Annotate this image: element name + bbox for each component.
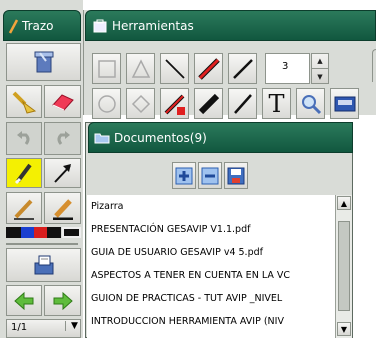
pencil-line-tool[interactable] [228,88,257,119]
previous-page-icon [14,291,34,310]
scroll-down-icon[interactable]: ▼ [337,322,351,336]
undo-icon [17,130,30,145]
list-item[interactable]: GUION DE PRACTICAS - TUT AVIP _NIVEL [87,287,335,310]
delete-line-icon [164,94,185,115]
pencil-icon [8,18,19,34]
pen-icon [14,199,34,220]
projector-tool[interactable] [330,88,359,119]
color-picker[interactable] [62,227,81,238]
color-black[interactable] [6,227,21,238]
remove-icon [201,167,219,184]
save-document-button[interactable] [224,162,248,189]
ellipse-tool[interactable] [92,88,121,119]
scroll-thumb[interactable] [338,221,350,311]
red-line-icon [197,57,220,80]
triangle-tool[interactable] [126,53,155,84]
thin-line-tool[interactable] [228,53,257,84]
thick-marker-icon [198,93,219,114]
line-icon-2 [232,58,253,79]
redo-icon [57,130,70,145]
next-page-icon [53,291,73,310]
separator [6,243,78,245]
list-item[interactable]: ASPECTOS A TENER EN CUENTA EN LA VC [87,264,335,287]
page-selector[interactable]: 1/1 ▼ [6,319,81,338]
line-width-input[interactable]: 3 [265,53,310,84]
save-icon [227,167,245,184]
marker-button[interactable] [44,192,81,224]
thin-line-icon [233,93,252,114]
folder-icon [94,133,110,143]
highlighter-icon [14,163,32,185]
list-item[interactable]: PRESENTACIÓN GESAVIP V1.1.pdf [87,218,335,241]
delete-line-tool[interactable] [160,88,189,119]
trazo-titlebar: Trazo [3,10,81,41]
paintbrush-button[interactable] [6,85,42,118]
color-red[interactable] [34,227,47,238]
tools-title: Herramientas [112,18,194,33]
clear-icon [34,51,53,73]
marker-icon [52,199,73,220]
zoom-icon [301,94,321,114]
rectangle-tool[interactable] [92,53,121,84]
eraser-button[interactable] [44,85,81,118]
stepper-down-icon[interactable]: ▼ [312,69,328,84]
diamond-tool[interactable] [126,88,155,119]
color-blue[interactable] [21,227,34,238]
add-icon [175,167,193,184]
tools-titlebar: Herramientas [85,10,376,41]
clear-button[interactable] [6,43,81,81]
triangle-icon [131,58,150,78]
text-icon: T [268,89,285,118]
rectangle-icon [97,59,116,78]
documents-title: Documentos(9) [114,130,207,145]
chevron-down-icon: ▼ [65,321,78,331]
zoom-tool[interactable] [296,88,325,119]
documents-list: Pizarra PRESENTACIÓN GESAVIP V1.1.pdf GU… [87,195,335,338]
open-file-button[interactable] [6,248,81,282]
undo-button[interactable] [6,122,42,155]
diamond-icon [131,94,150,113]
next-page-button[interactable] [44,285,81,316]
list-item[interactable]: INTRODUCCION HERRAMIENTA AVIP (NIV [87,310,335,333]
pen-button[interactable] [6,192,42,224]
line-width-stepper[interactable]: ▲ ▼ [311,53,329,84]
page-indicator: 1/1 [11,322,28,333]
remove-document-button[interactable] [198,162,222,189]
toolbar-overflow [372,49,376,82]
color-black-2[interactable] [47,227,61,238]
thick-marker-tool[interactable] [194,88,223,119]
toolbox-icon [93,19,107,32]
text-tool[interactable]: T [262,88,291,119]
scroll-up-icon[interactable]: ▲ [337,196,351,210]
list-item[interactable]: GUIA DE USUARIO GESAVIP v4 5.pdf [87,241,335,264]
documents-scrollbar[interactable]: ▲ ▼ [335,195,352,338]
highlighter-button[interactable] [6,158,42,188]
trazo-title: Trazo [22,18,54,33]
add-document-button[interactable] [172,162,196,189]
ellipse-icon [97,94,116,113]
red-line-tool[interactable] [194,53,223,84]
redo-button[interactable] [44,122,81,155]
arrow-button[interactable] [44,158,81,188]
stepper-up-icon[interactable]: ▲ [312,54,328,69]
line-width-value: 3 [282,61,289,72]
line-tool[interactable] [160,53,189,84]
open-file-icon [34,255,53,275]
line-icon [164,58,185,79]
documents-titlebar: Documentos(9) [88,122,353,153]
list-item[interactable]: Pizarra [87,195,335,218]
arrow-icon [53,164,71,183]
projector-icon [334,96,355,111]
paintbrush-icon [12,91,37,114]
eraser-icon [51,93,74,111]
previous-page-button[interactable] [6,285,42,316]
